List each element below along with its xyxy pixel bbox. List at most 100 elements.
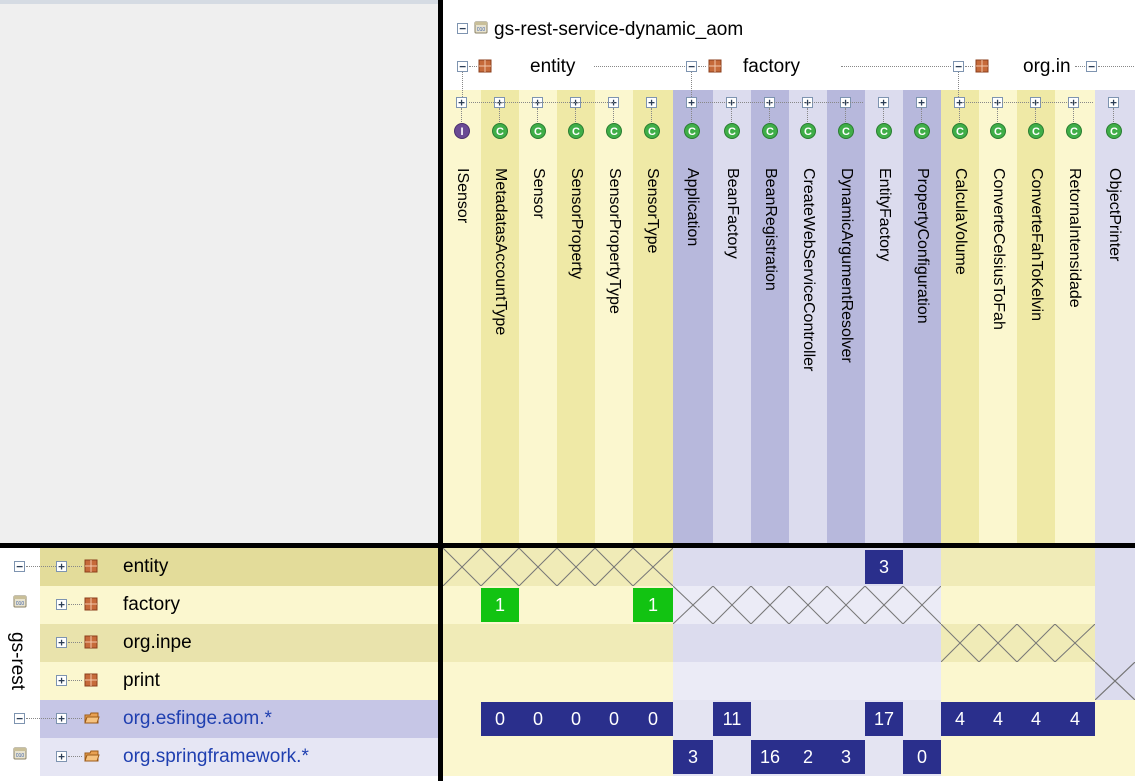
matrix-cell[interactable] [751, 624, 789, 662]
matrix-cell[interactable] [713, 586, 751, 624]
dependency-count-cell[interactable]: 1 [481, 588, 519, 622]
matrix-cell[interactable] [595, 624, 633, 662]
column-name[interactable]: Sensor [529, 168, 547, 219]
dependency-count-cell[interactable]: 11 [713, 702, 751, 736]
matrix-cell[interactable] [865, 738, 903, 776]
vertical-splitter[interactable] [438, 0, 443, 781]
matrix-cell[interactable] [1095, 738, 1135, 776]
column-name[interactable]: Application [683, 168, 701, 246]
matrix-cell[interactable] [1055, 662, 1095, 700]
matrix-cell[interactable] [751, 700, 789, 738]
column-name[interactable]: ObjectPrinter [1105, 168, 1123, 261]
matrix-cell[interactable] [789, 586, 827, 624]
collapse-row-group-toggle[interactable]: − [14, 561, 25, 572]
matrix-cell[interactable] [595, 738, 633, 776]
row-header-package[interactable]: + entity [0, 548, 438, 586]
matrix-cell[interactable] [1095, 700, 1135, 738]
matrix-cell[interactable] [903, 548, 941, 586]
expand-column-toggle[interactable]: + [646, 97, 657, 108]
expand-row-toggle[interactable]: + [56, 675, 67, 686]
dependency-count-cell[interactable]: 16 [751, 740, 789, 774]
expand-column-toggle[interactable]: + [916, 97, 927, 108]
expand-row-toggle[interactable]: + [56, 599, 67, 610]
dependency-count-cell[interactable]: 1 [633, 588, 673, 622]
matrix-cell[interactable] [903, 662, 941, 700]
matrix-cell[interactable] [519, 738, 557, 776]
column-name[interactable]: DynamicArgumentResolver [837, 168, 855, 363]
matrix-cell[interactable] [481, 662, 519, 700]
matrix-cell[interactable] [443, 700, 481, 738]
matrix-cell[interactable] [827, 662, 865, 700]
dependency-count-cell[interactable]: 4 [979, 702, 1017, 736]
column-name[interactable]: PropertyConfiguration [913, 168, 931, 324]
collapse-next-toggle[interactable]: − [1086, 61, 1097, 72]
expand-row-toggle[interactable]: + [56, 637, 67, 648]
column-name[interactable]: BeanRegistration [761, 168, 779, 291]
column-name[interactable]: ConverteFahToKelvin [1027, 168, 1045, 321]
matrix-cell[interactable] [633, 738, 673, 776]
matrix-cell[interactable] [1055, 738, 1095, 776]
matrix-cell[interactable] [443, 548, 481, 586]
matrix-cell[interactable] [557, 586, 595, 624]
matrix-cell[interactable] [979, 548, 1017, 586]
column-name[interactable]: CalculaVolume [951, 168, 969, 275]
expand-row-toggle[interactable]: + [56, 751, 67, 762]
matrix-cell[interactable] [789, 700, 827, 738]
horizontal-splitter[interactable] [0, 543, 1135, 548]
matrix-cell[interactable] [903, 586, 941, 624]
dependency-count-cell[interactable]: 4 [1017, 702, 1055, 736]
matrix-cell[interactable] [903, 624, 941, 662]
matrix-cell[interactable] [713, 548, 751, 586]
matrix-cell[interactable] [979, 738, 1017, 776]
row-header-external[interactable]: + org.esfinge.aom.* [0, 700, 438, 738]
expand-column-toggle[interactable]: + [878, 97, 889, 108]
matrix-cell[interactable] [789, 662, 827, 700]
matrix-cell[interactable] [673, 700, 713, 738]
matrix-cell[interactable] [1095, 548, 1135, 586]
column-name[interactable]: BeanFactory [723, 168, 741, 259]
column-name[interactable]: ConverteCelsiusToFah [989, 168, 1007, 330]
matrix-cell[interactable] [595, 662, 633, 700]
column-name[interactable]: SensorType [643, 168, 661, 253]
matrix-cell[interactable] [827, 624, 865, 662]
matrix-cell[interactable] [789, 548, 827, 586]
dependency-count-cell[interactable]: 0 [557, 702, 595, 736]
matrix-cell[interactable] [443, 738, 481, 776]
matrix-cell[interactable] [557, 548, 595, 586]
matrix-cell[interactable] [979, 662, 1017, 700]
matrix-cell[interactable] [673, 662, 713, 700]
matrix-cell[interactable] [481, 624, 519, 662]
matrix-cell[interactable] [827, 548, 865, 586]
matrix-cell[interactable] [557, 662, 595, 700]
matrix-cell[interactable] [1055, 548, 1095, 586]
matrix-cell[interactable] [979, 586, 1017, 624]
expand-row-toggle[interactable]: + [56, 713, 67, 724]
dependency-count-cell[interactable]: 4 [941, 702, 979, 736]
matrix-cell[interactable] [443, 624, 481, 662]
column-name[interactable]: SensorPropertyType [605, 168, 623, 314]
matrix-cell[interactable] [713, 738, 751, 776]
dependency-count-cell[interactable]: 0 [519, 702, 557, 736]
matrix-cell[interactable] [1017, 548, 1055, 586]
matrix-cell[interactable] [751, 548, 789, 586]
expand-row-toggle[interactable]: + [56, 561, 67, 572]
matrix-cell[interactable] [713, 624, 751, 662]
matrix-cell[interactable] [1055, 586, 1095, 624]
matrix-cell[interactable] [941, 586, 979, 624]
matrix-cell[interactable] [789, 624, 827, 662]
matrix-cell[interactable] [941, 662, 979, 700]
expand-column-toggle[interactable]: + [456, 97, 467, 108]
dependency-count-cell[interactable]: 3 [865, 550, 903, 584]
matrix-cell[interactable] [1017, 586, 1055, 624]
matrix-cell[interactable] [1017, 738, 1055, 776]
expand-column-toggle[interactable]: + [686, 97, 697, 108]
dependency-count-cell[interactable]: 0 [595, 702, 633, 736]
dependency-count-cell[interactable]: 0 [903, 740, 941, 774]
matrix-cell[interactable] [481, 548, 519, 586]
matrix-cell[interactable] [1017, 662, 1055, 700]
row-header-package[interactable]: + factory [0, 586, 438, 624]
dependency-count-cell[interactable]: 2 [789, 740, 827, 774]
matrix-cell[interactable] [979, 624, 1017, 662]
matrix-cell[interactable] [903, 700, 941, 738]
matrix-cell[interactable] [1095, 586, 1135, 624]
